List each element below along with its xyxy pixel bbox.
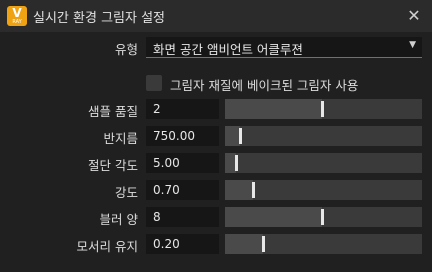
blur-amount-slider[interactable] [225,207,422,227]
param-label: 절단 각도 [88,158,138,173]
slider-handle[interactable] [238,128,242,144]
param-label: 블러 양 [99,212,138,227]
param-label: 샘플 품질 [88,104,138,119]
chevron-down-icon: ▼ [409,40,416,50]
slider-handle[interactable] [251,182,255,198]
window-title: 실시간 환경 그림자 설정 [33,11,165,26]
type-label: 유형 [114,42,138,57]
bake-shadow-label[interactable]: 그림자 재질에 베이크된 그림자 사용 [170,75,358,94]
radius-input[interactable]: 750.00 [146,126,219,146]
type-dropdown[interactable]: 화면 공간 앰비언트 어클루젼 ▼ [146,37,422,58]
slider-handle[interactable] [262,236,266,252]
cutoff-angle-slider[interactable] [225,153,422,173]
cutoff-angle-input[interactable]: 5.00 [146,153,219,173]
intensity-input[interactable]: 0.70 [146,180,219,200]
param-label: 반지름 [103,131,138,146]
app-logo-icon: V RAY [7,6,27,26]
intensity-slider[interactable] [225,180,422,200]
param-label: 강도 [114,185,138,200]
title-bar: V RAY 실시간 환경 그림자 설정 ✕ [0,0,432,32]
type-dropdown-value: 화면 공간 앰비언트 어클루젼 [153,42,303,57]
radius-slider[interactable] [225,126,422,146]
app-logo-subtext: RAY [12,19,22,25]
close-icon[interactable]: ✕ [404,6,424,26]
edge-preserve-input[interactable]: 0.20 [146,234,219,254]
blur-amount-input[interactable]: 8 [146,207,219,227]
sample-quality-slider[interactable] [225,99,422,119]
edge-preserve-slider[interactable] [225,234,422,254]
param-label: 모서리 유지 [76,239,138,254]
bake-shadow-checkbox[interactable] [146,75,162,91]
slider-handle[interactable] [234,155,238,171]
sample-quality-input[interactable]: 2 [146,99,219,119]
slider-handle[interactable] [320,101,324,117]
slider-handle[interactable] [320,209,324,225]
